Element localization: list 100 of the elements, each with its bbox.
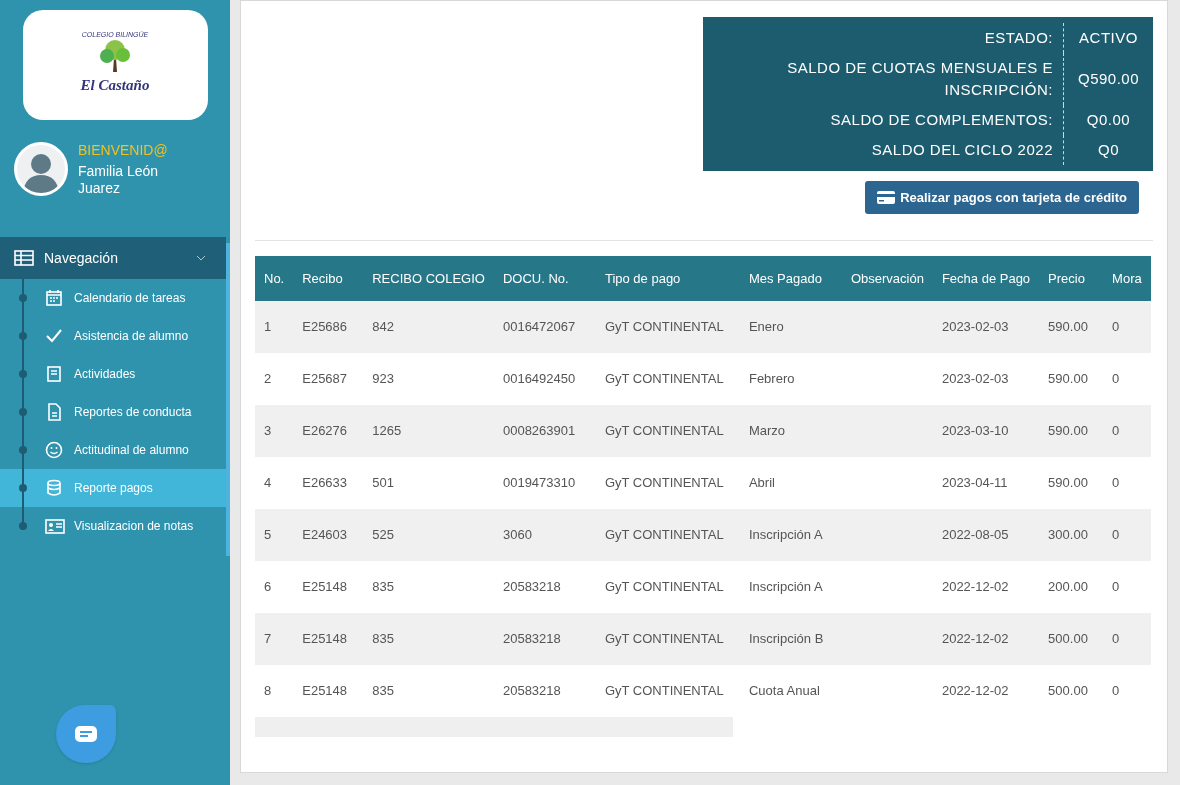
table-cell: GyT CONTINENTAL [595, 353, 740, 405]
summary-value: ACTIVO [1063, 23, 1153, 53]
nav-item[interactable]: Actitudinal de alumno [0, 431, 226, 469]
table-cell: 0 [1103, 457, 1151, 509]
table-cell: 0 [1103, 353, 1151, 405]
table-cell: Inscripción B [739, 613, 842, 665]
table-cell: 0 [1103, 509, 1151, 561]
table-cell: 590.00 [1039, 457, 1104, 509]
logo-name: El Castaño [80, 76, 150, 95]
table-cell: GyT CONTINENTAL [595, 613, 740, 665]
nav-item[interactable]: Calendario de tareas [0, 279, 226, 317]
table-cell: 835 [363, 665, 494, 717]
table-cell: 3060 [493, 509, 596, 561]
table-cell: 0 [1103, 405, 1151, 457]
column-header: RECIBO COLEGIO [363, 256, 494, 301]
table-cell: 2022-12-02 [932, 613, 1040, 665]
table-cell: 842 [363, 301, 494, 353]
table-cell: E24603 [293, 509, 364, 561]
table-cell: E25686 [293, 301, 364, 353]
avatar-icon [14, 141, 68, 196]
table-cell: 20583218 [493, 561, 596, 613]
table-cell: 2 [255, 353, 294, 405]
table-cell: 2022-08-05 [932, 509, 1040, 561]
table-cell: 2023-02-03 [932, 353, 1040, 405]
table-cell: E26276 [293, 405, 364, 457]
chat-button[interactable] [56, 705, 116, 763]
table-cell: 590.00 [1039, 353, 1104, 405]
nav-item[interactable]: Actividades [0, 355, 226, 393]
table-cell: Enero [739, 301, 842, 353]
table-cell: GyT CONTINENTAL [595, 509, 740, 561]
column-header: Tipo de pago [595, 256, 740, 301]
table-cell: 0016472067 [493, 301, 596, 353]
credit-card-pay-button[interactable]: Realizar pagos con tarjeta de crédito [865, 181, 1139, 214]
table-cell: 0019473310 [493, 457, 596, 509]
table-cell: GyT CONTINENTAL [595, 561, 740, 613]
table-cell: 200.00 [1039, 561, 1104, 613]
table-cell: 7 [255, 613, 294, 665]
table-cell: E25148 [293, 613, 364, 665]
nav-item[interactable]: Reportes de conducta [0, 393, 226, 431]
table-cell: Cuota Anual [739, 665, 842, 717]
table-cell: 0 [1103, 561, 1151, 613]
table-cell: 0016492450 [493, 353, 596, 405]
column-header: Mes Pagado [739, 256, 842, 301]
table-cell: 525 [363, 509, 494, 561]
table-cell: Abril [739, 457, 842, 509]
table-cell: 6 [255, 561, 294, 613]
table-cell: Marzo [739, 405, 842, 457]
column-header: Observación [841, 256, 933, 301]
summary-value: Q0 [1063, 135, 1153, 165]
table-cell: 500.00 [1039, 613, 1104, 665]
table-cell: GyT CONTINENTAL [595, 405, 740, 457]
id-card-icon [45, 517, 65, 535]
table-cell: E26633 [293, 457, 364, 509]
column-header: Fecha de Pago [932, 256, 1040, 301]
table-cell: GyT CONTINENTAL [595, 301, 740, 353]
table-cell: 501 [363, 457, 494, 509]
nav-item[interactable]: Asistencia de alumno [0, 317, 226, 355]
table-cell: 590.00 [1039, 301, 1104, 353]
column-header: No. [255, 256, 294, 301]
table-cell: 0 [1103, 665, 1151, 717]
table-cell: 1 [255, 301, 294, 353]
user-name: Familia León Juarez [78, 163, 160, 197]
table-icon [14, 250, 34, 266]
summary-value: Q0.00 [1063, 105, 1153, 135]
table-cell: 5 [255, 509, 294, 561]
table-cell: Inscripción A [739, 509, 842, 561]
column-header: DOCU. No. [493, 256, 596, 301]
checkmark-icon [45, 327, 65, 345]
table-cell: GyT CONTINENTAL [595, 665, 740, 717]
table-cell: 590.00 [1039, 405, 1104, 457]
nav-item[interactable]: Visualizacion de notas [0, 507, 226, 545]
table-cell: 2022-12-02 [932, 665, 1040, 717]
welcome-text: BIENVENID@ [78, 141, 169, 160]
summary-label: ESTADO: [983, 28, 1054, 48]
smiley-icon [45, 441, 65, 459]
table-cell: Inscripción A [739, 561, 842, 613]
summary-label: SALDO DE CUOTAS MENSUALES E INSCRIPCIÓN: [786, 58, 1054, 100]
table-cell: E25148 [293, 561, 364, 613]
table-cell: Febrero [739, 353, 842, 405]
table-cell: GyT CONTINENTAL [595, 457, 740, 509]
table-cell: 4 [255, 457, 294, 509]
table-cell: 20583218 [493, 665, 596, 717]
table-cell: 2023-02-03 [932, 301, 1040, 353]
table-cell: 0 [1103, 301, 1151, 353]
table-cell: 8 [255, 665, 294, 717]
navigation-header[interactable]: Navegación [0, 237, 226, 279]
column-header: Precio [1039, 256, 1104, 301]
table-cell: 0008263901 [493, 405, 596, 457]
table-cell: 500.00 [1039, 665, 1104, 717]
summary-label: SALDO DEL CICLO 2022 [870, 140, 1054, 160]
table-cell: 923 [363, 353, 494, 405]
table-cell: 0 [1103, 613, 1151, 665]
table-cell: E25148 [293, 665, 364, 717]
table-cell: 2022-12-02 [932, 561, 1040, 613]
summary-value: Q590.00 [1063, 53, 1153, 105]
summary-label: SALDO DE COMPLEMENTOS: [829, 110, 1054, 130]
chat-icon [75, 726, 97, 742]
table-cell: 835 [363, 561, 494, 613]
table-cell: 2023-04-11 [932, 457, 1040, 509]
nav-item[interactable]: Reporte pagos [0, 469, 226, 507]
